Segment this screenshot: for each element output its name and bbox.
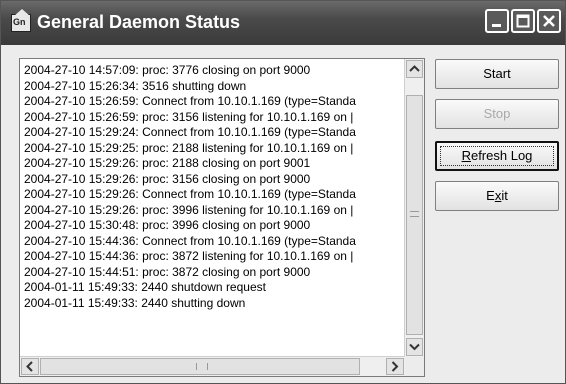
log-lines: 2004-27-10 14:57:09: proc: 3776 closing … <box>24 63 399 343</box>
scrollbar-corner <box>405 357 424 376</box>
log-line[interactable]: 2004-27-10 15:26:34: 3516 shutting down <box>24 79 399 95</box>
log-line[interactable]: 2004-27-10 15:29:24: Connect from 10.10.… <box>24 125 399 141</box>
close-button[interactable] <box>537 9 561 33</box>
close-icon <box>543 15 555 27</box>
app-icon[interactable]: Gn <box>11 9 31 32</box>
minimize-icon <box>492 24 501 27</box>
exit-label-pre: E <box>486 188 495 203</box>
thumb-grip <box>410 211 419 217</box>
refresh-label-rest: efresh Log <box>470 148 533 163</box>
scroll-down-button[interactable] <box>406 338 423 356</box>
log-line[interactable]: 2004-27-10 15:29:26: proc: 3156 closing … <box>24 172 399 188</box>
vertical-scroll-thumb[interactable] <box>406 95 423 335</box>
scroll-left-button[interactable] <box>21 358 39 375</box>
daemon-status-window: Gn General Daemon Status 2004-27-10 14:5… <box>0 0 566 384</box>
app-icon-label: Gn <box>13 17 26 27</box>
maximize-button[interactable] <box>511 9 535 33</box>
log-line[interactable]: 2004-27-10 15:26:59: Connect from 10.10.… <box>24 94 399 110</box>
scroll-up-icon <box>409 65 420 72</box>
start-button[interactable]: Start <box>435 59 559 89</box>
log-line[interactable]: 2004-27-10 15:44:51: proc: 3872 closing … <box>24 265 399 281</box>
title-bar[interactable]: Gn General Daemon Status <box>1 1 565 45</box>
log-line[interactable]: 2004-27-10 15:30:48: proc: 3996 closing … <box>24 218 399 234</box>
scroll-up-button[interactable] <box>406 60 423 78</box>
thumb-grip <box>196 363 208 370</box>
log-line[interactable]: 2004-27-10 15:29:26: proc: 3996 listenin… <box>24 203 399 219</box>
log-line[interactable]: 2004-27-10 15:26:59: proc: 3156 listenin… <box>24 110 399 126</box>
scroll-down-icon <box>409 343 420 351</box>
exit-button[interactable]: Exit <box>435 181 559 211</box>
log-line[interactable]: 2004-01-11 15:49:33: 2440 shutdown reque… <box>24 280 399 296</box>
window-title: General Daemon Status <box>37 12 241 32</box>
horizontal-scroll-thumb[interactable] <box>40 358 360 375</box>
exit-label-rest: it <box>501 188 508 203</box>
log-line[interactable]: 2004-27-10 15:44:36: proc: 3872 listenin… <box>24 249 399 265</box>
refresh-log-button[interactable]: Refresh Log <box>435 141 559 171</box>
log-listbox[interactable]: 2004-27-10 14:57:09: proc: 3776 closing … <box>19 58 425 377</box>
horizontal-scrollbar[interactable] <box>20 356 405 376</box>
maximize-icon <box>516 14 530 28</box>
refresh-accel: R <box>461 148 471 163</box>
log-line[interactable]: 2004-27-10 15:29:26: Connect from 10.10.… <box>24 187 399 203</box>
log-line[interactable]: 2004-27-10 14:57:09: proc: 3776 closing … <box>24 63 399 79</box>
scroll-right-button[interactable] <box>386 358 404 375</box>
scroll-left-icon <box>26 361 33 372</box>
log-line[interactable]: 2004-27-10 15:44:36: Connect from 10.10.… <box>24 234 399 250</box>
minimize-button[interactable] <box>485 9 509 33</box>
scroll-right-icon <box>391 361 399 372</box>
stop-button[interactable]: Stop <box>435 99 559 129</box>
vertical-scrollbar[interactable] <box>404 59 424 357</box>
log-line[interactable]: 2004-27-10 15:29:26: proc: 2188 closing … <box>24 156 399 172</box>
log-line[interactable]: 2004-27-10 15:29:25: proc: 2188 listenin… <box>24 141 399 157</box>
log-line[interactable]: 2004-01-11 15:49:33: 2440 shutting down <box>24 296 399 312</box>
